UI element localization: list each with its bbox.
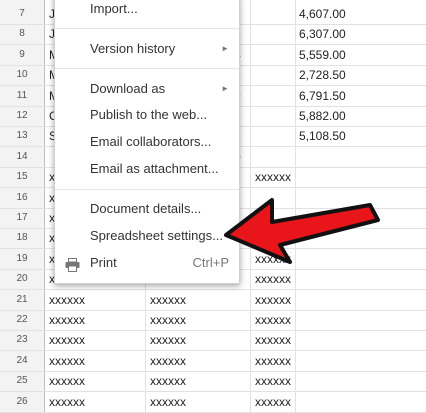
menu-item-download-as[interactable]: Download as ► [55, 77, 239, 101]
row-number[interactable]: 20 [0, 269, 44, 289]
table-row: 22 xxxxxx xxxxxx xxxxxx [0, 310, 426, 331]
row-number[interactable]: 14 [0, 147, 44, 167]
menu-item-label: Print [90, 255, 117, 270]
table-cell[interactable]: xxxxxx [49, 392, 85, 412]
row-number[interactable]: 16 [0, 188, 44, 208]
table-row: 24 xxxxxx xxxxxx xxxxxx [0, 351, 426, 372]
table-cell[interactable]: 5,882.00 [299, 106, 346, 126]
table-cell[interactable]: xxxxxx [255, 371, 291, 391]
menu-separator [55, 68, 239, 69]
menu-item-version-history[interactable]: Version history ► [55, 37, 239, 61]
menu-item-import[interactable]: Import... [55, 0, 239, 21]
table-cell[interactable]: xxxxxx [150, 330, 186, 350]
menu-item-label: Publish to the web... [90, 107, 208, 122]
menu-item-label: Email as attachment... [90, 161, 219, 176]
menu-item-print[interactable]: Print Ctrl+P [55, 251, 239, 275]
menu-item-label: Spreadsheet settings... [90, 228, 223, 243]
menu-item-label: Download as [90, 81, 166, 96]
table-cell[interactable]: 5,559.00 [299, 45, 346, 65]
table-cell[interactable]: xxxxxx [49, 330, 85, 350]
row-number[interactable]: 21 [0, 290, 44, 310]
table-cell[interactable]: xxxxxx [150, 290, 186, 310]
table-cell[interactable]: 4,607.00 [299, 4, 346, 24]
table-cell[interactable]: xxxxxx [150, 371, 186, 391]
table-cell[interactable]: 6,791.50 [299, 86, 346, 106]
row-number[interactable]: 25 [0, 371, 44, 391]
row-number[interactable]: 17 [0, 208, 44, 228]
row-number[interactable]: 22 [0, 310, 44, 330]
submenu-arrow-icon: ► [221, 44, 229, 53]
table-row: 26 xxxxxx xxxxxx xxxxxx [0, 392, 426, 413]
menu-separator [55, 28, 239, 29]
row-number[interactable]: 10 [0, 65, 44, 85]
row-number[interactable]: 24 [0, 351, 44, 371]
table-cell[interactable]: xxxxxx [150, 392, 186, 412]
table-cell[interactable]: 5,108.50 [299, 126, 346, 146]
menu-item-label: Email collaborators... [90, 134, 212, 149]
table-cell[interactable]: xxxxxx [49, 310, 85, 330]
table-cell[interactable]: xxxxxx [150, 310, 186, 330]
menu-item-label: Document details... [90, 201, 202, 216]
table-cell[interactable]: 2,728.50 [299, 65, 346, 85]
table-cell[interactable]: 6,307.00 [299, 24, 346, 44]
table-row: 23 xxxxxx xxxxxx xxxxxx [0, 330, 426, 352]
row-number[interactable]: 18 [0, 228, 44, 248]
row-number[interactable]: 12 [0, 106, 44, 126]
table-cell[interactable]: xxxxxx [255, 330, 291, 350]
row-number[interactable]: 13 [0, 126, 44, 146]
row-number[interactable]: 7 [0, 4, 44, 24]
red-arrow-annotation [224, 198, 380, 264]
table-row: 21 xxxxxx xxxxxx xxxxxx [0, 290, 426, 311]
table-cell[interactable]: xxxxxx [49, 351, 85, 371]
table-cell[interactable]: xxxxxx [255, 269, 291, 289]
table-cell[interactable]: xxxxxx [255, 310, 291, 330]
table-cell[interactable]: xxxxxx [255, 392, 291, 412]
row-number[interactable]: 9 [0, 45, 44, 65]
row-number[interactable]: 11 [0, 86, 44, 106]
menu-item-email-attachment[interactable]: Email as attachment... [55, 157, 239, 181]
row-number[interactable]: 8 [0, 24, 44, 44]
submenu-arrow-icon: ► [221, 84, 229, 93]
table-cell[interactable]: xxxxxx [255, 167, 291, 187]
row-number[interactable]: 19 [0, 249, 44, 269]
row-number[interactable]: 15 [0, 167, 44, 187]
menu-item-email-collaborators[interactable]: Email collaborators... [55, 130, 239, 154]
table-cell[interactable]: xxxxxx [255, 351, 291, 371]
file-menu-dropdown: Import... Version history ► Download as … [54, 0, 240, 284]
table-row: 25 xxxxxx xxxxxx xxxxxx [0, 371, 426, 393]
row-number[interactable]: 23 [0, 330, 44, 350]
printer-icon [65, 256, 80, 272]
table-cell[interactable]: xxxxxx [49, 371, 85, 391]
table-cell[interactable]: xxxxxx [49, 290, 85, 310]
row-number[interactable]: 26 [0, 392, 44, 412]
menu-separator [55, 189, 239, 190]
menu-item-publish[interactable]: Publish to the web... [55, 103, 239, 127]
table-cell[interactable]: xxxxxx [255, 290, 291, 310]
table-cell[interactable]: xxxxxx [150, 351, 186, 371]
menu-item-label: Version history [90, 41, 176, 56]
menu-item-spreadsheet-settings[interactable]: Spreadsheet settings... [55, 224, 239, 248]
menu-item-label: Import... [90, 1, 138, 16]
menu-item-document-details[interactable]: Document details... [55, 197, 239, 221]
